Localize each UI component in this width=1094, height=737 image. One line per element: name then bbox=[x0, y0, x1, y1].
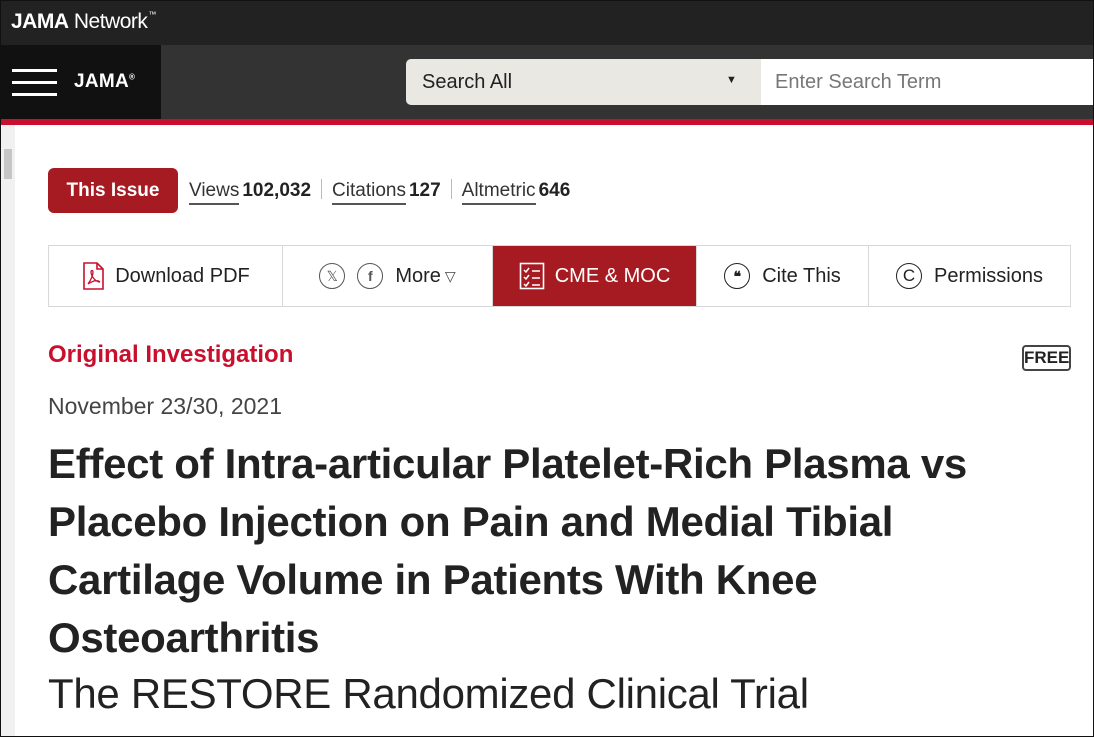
cite-this-button[interactable]: ❝ Cite This bbox=[697, 246, 869, 306]
copyright-icon: C bbox=[896, 263, 923, 289]
network-bar: JAMA Network™ bbox=[1, 1, 1093, 45]
jama-network-logo[interactable]: JAMA Network™ bbox=[11, 10, 156, 34]
site-header: JAMA® Search All ▼ bbox=[1, 45, 1093, 119]
search-scope-select[interactable]: Search All ▼ bbox=[406, 59, 761, 105]
pdf-icon bbox=[81, 262, 105, 290]
scrollbar-thumb[interactable] bbox=[4, 149, 12, 179]
facebook-share-icon[interactable]: f bbox=[357, 263, 384, 289]
share-more-group[interactable]: 𝕏 f More ▽ bbox=[283, 246, 493, 306]
article-toolbar: Download PDF 𝕏 f More ▽ CME & MOC ❝ Cite … bbox=[48, 245, 1071, 307]
quote-icon: ❝ bbox=[724, 263, 751, 289]
download-pdf-button[interactable]: Download PDF bbox=[49, 246, 283, 306]
views-metric[interactable]: Views 102,032 bbox=[189, 180, 311, 205]
x-share-icon[interactable]: 𝕏 bbox=[319, 263, 346, 289]
hamburger-menu-icon[interactable] bbox=[12, 69, 57, 97]
download-pdf-label: Download PDF bbox=[115, 264, 250, 287]
article-title: Effect of Intra-articular Platelet-Rich … bbox=[48, 440, 967, 661]
page-frame: JAMA Network™ JAMA® Search All ▼ This Is… bbox=[0, 0, 1094, 737]
search-input[interactable] bbox=[761, 59, 1093, 105]
citations-metric[interactable]: Citations 127 bbox=[332, 180, 441, 205]
caret-down-icon: ▼ bbox=[726, 74, 737, 86]
article-metrics: Views 102,032 Citations 127 Altmetric 646 bbox=[189, 179, 570, 205]
free-access-badge: FREE bbox=[1022, 345, 1071, 371]
scrollbar[interactable] bbox=[1, 125, 15, 736]
cite-this-label: Cite This bbox=[762, 264, 841, 287]
header-accent-rule bbox=[1, 119, 1093, 125]
this-issue-button[interactable]: This Issue bbox=[48, 168, 178, 213]
jama-logo[interactable]: JAMA® bbox=[74, 71, 135, 93]
permissions-button[interactable]: C Permissions bbox=[869, 246, 1070, 306]
permissions-label: Permissions bbox=[934, 264, 1043, 287]
altmetric-metric[interactable]: Altmetric 646 bbox=[461, 180, 570, 205]
checklist-icon bbox=[519, 262, 545, 290]
triangle-down-icon: ▽ bbox=[444, 267, 456, 284]
publication-date: November 23/30, 2021 bbox=[48, 393, 282, 419]
brand-area: JAMA® bbox=[1, 45, 161, 119]
article-type[interactable]: Original Investigation bbox=[48, 341, 293, 369]
cme-moc-label: CME & MOC bbox=[554, 264, 671, 287]
search-bar: Search All ▼ bbox=[406, 59, 1093, 105]
cme-moc-button[interactable]: CME & MOC bbox=[493, 246, 697, 306]
article-subtitle: The RESTORE Randomized Clinical Trial bbox=[48, 670, 809, 717]
more-label: More bbox=[395, 264, 441, 287]
search-scope-label: Search All bbox=[422, 71, 513, 93]
